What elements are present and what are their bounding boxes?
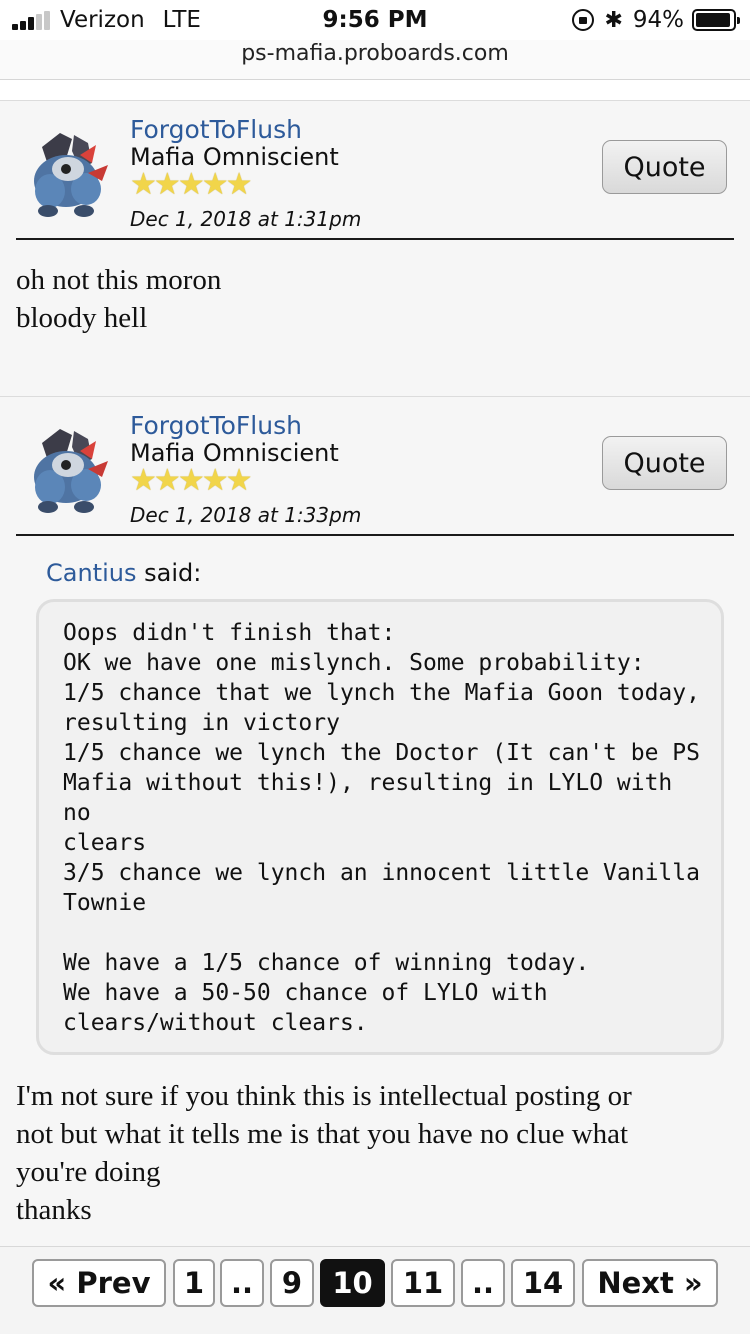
- star-icon: ★: [177, 168, 205, 201]
- star-icon: ★: [153, 464, 181, 497]
- battery-icon: [692, 9, 740, 31]
- post: ForgotToFlush Mafia Omniscient ★ ★ ★ ★ ★…: [0, 100, 750, 397]
- post-text-line: oh not this moron: [16, 264, 222, 296]
- quote-line: We have a 1/5 chance of winning today.: [63, 950, 590, 976]
- quote-button[interactable]: Quote: [602, 140, 727, 194]
- user-avatar[interactable]: [22, 129, 112, 219]
- rank-stars: ★ ★ ★ ★ ★: [130, 168, 253, 201]
- quote-line: We have a 50-50 chance of LYLO with: [63, 980, 548, 1006]
- quote-line: Mafia without this!), resulting in LYLO …: [63, 770, 673, 826]
- post-date: Dec 1, 2018 at 1:33pm: [130, 503, 362, 527]
- page-link[interactable]: 14: [511, 1259, 575, 1307]
- username-link[interactable]: ForgotToFlush: [130, 115, 302, 144]
- quote-block: Oops didn't finish that: OK we have one …: [36, 599, 724, 1055]
- username-link[interactable]: ForgotToFlush: [130, 411, 302, 440]
- post-text-line: bloody hell: [16, 302, 148, 334]
- star-icon: ★: [177, 464, 205, 497]
- quote-line: resulting in victory: [63, 710, 340, 736]
- rank-stars: ★ ★ ★ ★ ★: [130, 464, 253, 497]
- quote-button[interactable]: Quote: [602, 436, 727, 490]
- quote-line: OK we have one mislynch. Some probabilit…: [63, 650, 645, 676]
- user-avatar[interactable]: [22, 425, 112, 515]
- pagination: « Prev 1 .. 9 10 11 .. 14 Next »: [0, 1246, 750, 1334]
- star-icon: ★: [201, 168, 229, 201]
- page-link[interactable]: 1: [173, 1259, 215, 1307]
- quote-attribution: Cantius said:: [0, 559, 750, 587]
- url-text[interactable]: ps-mafia.proboards.com: [241, 41, 509, 66]
- post-text-line: you're doing: [16, 1156, 161, 1188]
- star-icon: ★: [130, 464, 157, 497]
- quote-line: 1/5 chance that we lynch the Mafia Goon …: [63, 680, 700, 706]
- star-icon: ★: [153, 168, 181, 201]
- battery-percent: 94%: [632, 7, 684, 33]
- post-body: I'm not sure if you think this is intell…: [0, 1055, 750, 1229]
- quote-line: 3/5 chance we lynch an innocent little V…: [63, 860, 700, 886]
- post-text-line: thanks: [16, 1194, 92, 1226]
- quote-said-label: said:: [144, 559, 202, 587]
- user-rank: Mafia Omniscient: [130, 143, 339, 171]
- orientation-lock-icon: [572, 9, 595, 31]
- star-icon: ★: [225, 168, 253, 201]
- star-icon: ★: [225, 464, 253, 497]
- page-link[interactable]: 9: [270, 1259, 314, 1307]
- quote-line: 1/5 chance we lynch the Doctor (It can't…: [63, 740, 700, 766]
- post-date: Dec 1, 2018 at 1:31pm: [130, 207, 362, 231]
- post: ForgotToFlush Mafia Omniscient ★ ★ ★ ★ ★…: [0, 396, 750, 1246]
- user-rank: Mafia Omniscient: [130, 439, 339, 467]
- page-link[interactable]: 11: [391, 1259, 455, 1307]
- post-divider: [16, 238, 734, 240]
- star-icon: ★: [130, 168, 157, 201]
- current-page: 10: [320, 1259, 385, 1307]
- post-body: oh not this moron bloody hell: [0, 239, 750, 337]
- address-bar[interactable]: ps-mafia.proboards.com: [0, 40, 750, 80]
- quote-line: [63, 918, 701, 948]
- bluetooth-icon: ✱: [604, 7, 623, 33]
- post-text-line: I'm not sure if you think this is intell…: [16, 1080, 632, 1112]
- star-icon: ★: [201, 464, 229, 497]
- status-bar: Verizon LTE 9:56 PM ✱ 94%: [0, 0, 750, 40]
- page-ellipsis[interactable]: ..: [461, 1259, 505, 1307]
- post-text-line: not but what it tells me is that you hav…: [16, 1118, 629, 1150]
- quote-author-link[interactable]: Cantius: [46, 559, 136, 587]
- post-divider: [16, 534, 734, 536]
- next-page-button[interactable]: Next »: [582, 1259, 718, 1307]
- quote-line: clears/without clears.: [63, 1010, 368, 1036]
- page-ellipsis[interactable]: ..: [220, 1259, 264, 1307]
- quote-line: Oops didn't finish that:: [63, 620, 396, 646]
- quote-line: Townie: [63, 890, 147, 916]
- prev-page-button[interactable]: « Prev: [32, 1259, 166, 1307]
- quote-line: clears: [63, 830, 147, 856]
